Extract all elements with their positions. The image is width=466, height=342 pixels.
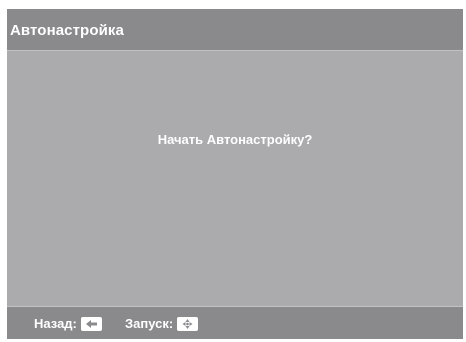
start-hint[interactable]: Запуск: [125, 316, 199, 331]
back-hint[interactable]: Назад: [34, 316, 102, 331]
back-arrow-key-icon [80, 316, 102, 331]
autotune-screen: Автонастройка Начать Автонастройку? Наза… [7, 9, 463, 339]
start-autotune-prompt: Начать Автонастройку? [157, 132, 313, 147]
footer-bar: Назад: Запуск: [7, 306, 463, 339]
title-bar: Автонастройка [7, 9, 463, 51]
start-label: Запуск: [125, 316, 174, 331]
enter-key-icon [177, 316, 199, 331]
back-label: Назад: [34, 316, 77, 331]
main-content: Начать Автонастройку? [7, 51, 463, 306]
page-title: Автонастройка [10, 22, 124, 39]
